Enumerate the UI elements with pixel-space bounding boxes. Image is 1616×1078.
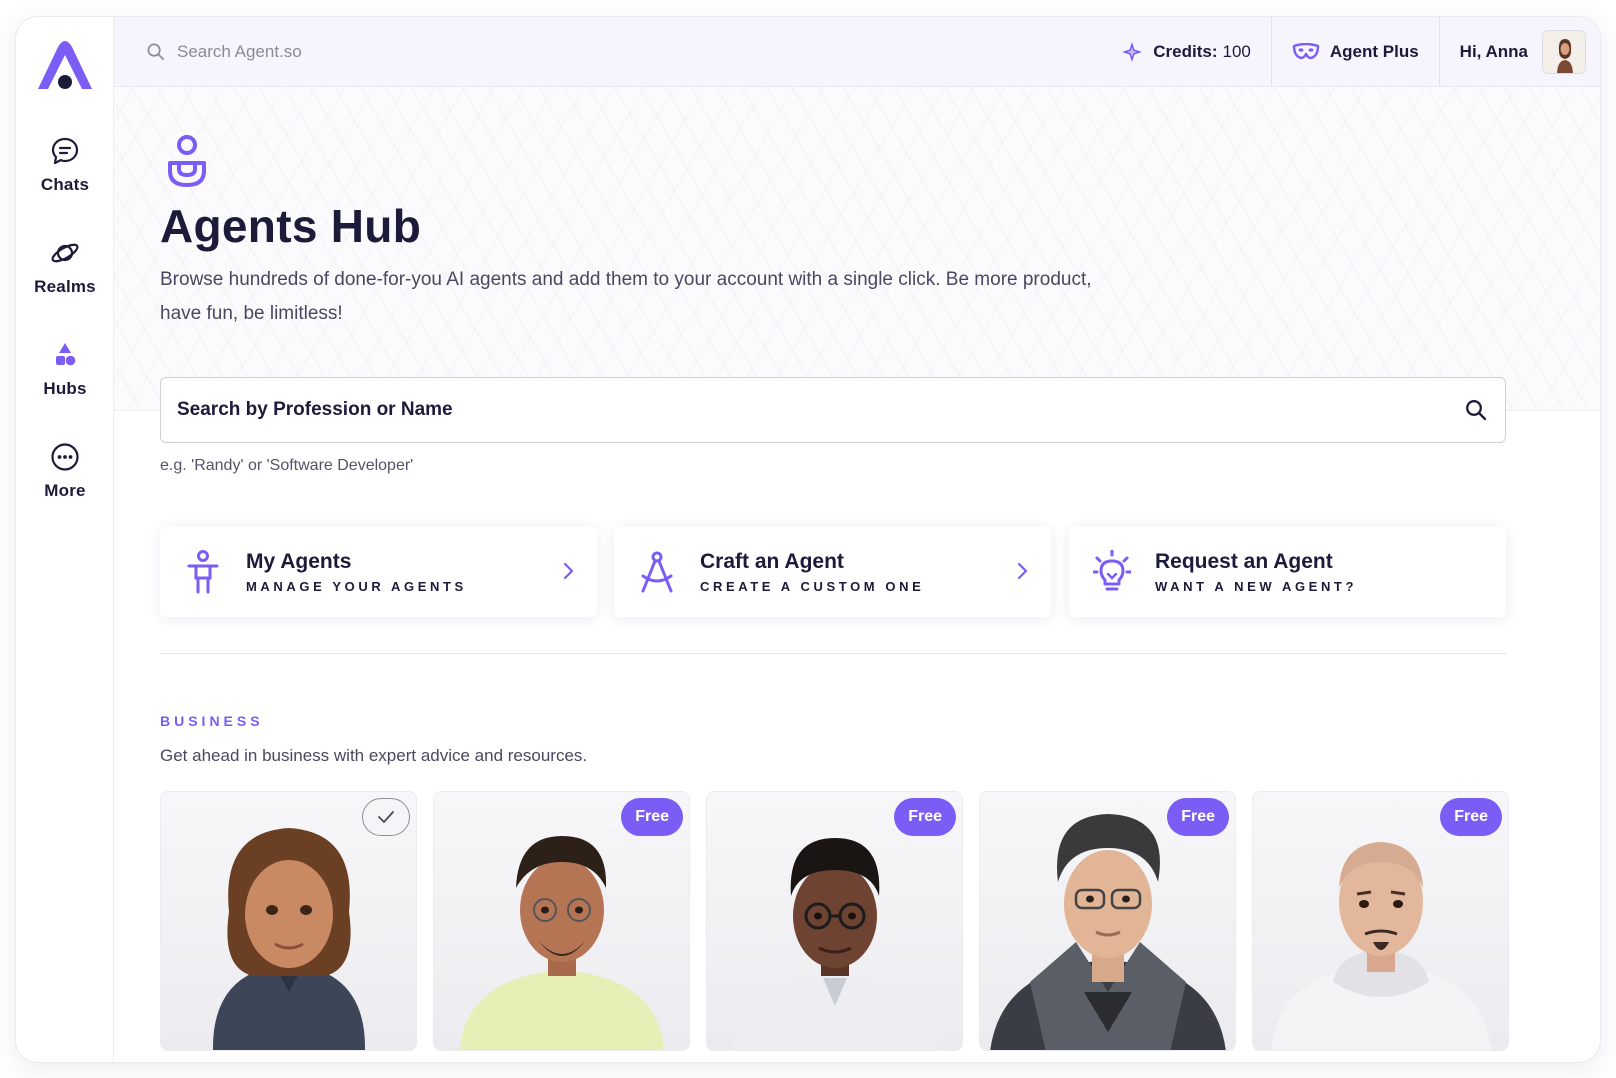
request-agent-card[interactable]: Request an Agent WANT A NEW AGENT? [1069, 527, 1506, 617]
action-card-subtitle: CREATE A CUSTOM ONE [700, 579, 925, 594]
chat-bubble-icon [51, 137, 79, 165]
global-search-input[interactable]: Search Agent.so [146, 42, 546, 62]
plan-label: Agent Plus [1329, 41, 1419, 61]
credits-value: 100 [1222, 41, 1251, 61]
agent-person-icon [168, 135, 206, 187]
sidebar-item-label: More [44, 481, 86, 500]
action-card-title: My Agents [246, 550, 352, 573]
chevron-right-icon [563, 562, 574, 580]
craft-agent-card[interactable]: Craft an Agent CREATE A CUSTOM ONE [614, 527, 1051, 617]
user-avatar-image [1543, 30, 1585, 73]
global-search-placeholder: Search Agent.so [177, 41, 302, 61]
top-bar-right: Credits: 100 Agent Plus Hi, Anna [1101, 17, 1600, 86]
free-badge: Free [1440, 798, 1502, 836]
agent-search-placeholder: Search by Profession or Name [177, 399, 453, 420]
user-greeting: Hi, Anna [1459, 41, 1528, 61]
top-bar: Search Agent.so Credits: 100 Agent Plus … [114, 17, 1600, 87]
lightbulb-icon [1093, 550, 1131, 591]
sparkle-icon [1122, 41, 1143, 62]
shapes-icon [56, 343, 76, 366]
app-window: Chats Realms Hubs More Search Agent.so C… [16, 17, 1600, 1062]
section-description: Get ahead in business with expert advice… [160, 746, 588, 765]
section-divider [160, 653, 1506, 654]
agent-search-input[interactable]: Search by Profession or Name [160, 377, 1506, 443]
person-icon [187, 550, 219, 594]
credits-label: Credits: [1153, 41, 1218, 61]
search-icon [147, 43, 164, 60]
agent-card[interactable] [160, 791, 417, 1051]
page-title: Agents Hub [160, 200, 422, 252]
credits-display: Credits: 100 [1101, 17, 1272, 86]
action-card-title: Request an Agent [1155, 550, 1333, 573]
sidebar-item-label: Realms [34, 277, 96, 296]
agent-card[interactable]: Free [706, 791, 963, 1051]
user-avatar[interactable] [1542, 29, 1586, 74]
sidebar-item-hubs[interactable]: Hubs [16, 339, 114, 419]
added-indicator[interactable] [362, 798, 410, 836]
sidebar-item-label: Hubs [43, 379, 87, 398]
more-dots-icon [51, 443, 79, 471]
main-content: Agents Hub Browse hundreds of done-for-y… [114, 87, 1600, 1062]
sidebar-item-label: Chats [40, 175, 90, 194]
agent-card[interactable]: Free [433, 791, 690, 1051]
sidebar: Chats Realms Hubs More [16, 17, 114, 1062]
plan-button[interactable]: Agent Plus [1272, 17, 1440, 86]
section-label: BUSINESS [160, 713, 264, 729]
search-hint: e.g. 'Randy' or 'Software Developer' [160, 457, 414, 474]
my-agents-card[interactable]: My Agents MANAGE YOUR AGENTS [160, 527, 597, 617]
mask-icon [1292, 42, 1320, 59]
action-card-title: Craft an Agent [700, 550, 844, 573]
agent-card[interactable]: Free [979, 791, 1236, 1051]
checkmark-icon [378, 811, 394, 823]
agent-logo-icon[interactable] [34, 41, 96, 93]
planet-icon [51, 243, 79, 263]
free-badge: Free [1167, 798, 1229, 836]
agent-card[interactable]: Free [1252, 791, 1509, 1051]
chevron-right-icon [1017, 562, 1028, 580]
search-icon[interactable] [1465, 399, 1487, 421]
compass-icon [641, 551, 673, 593]
free-badge: Free [621, 798, 683, 836]
sidebar-item-realms[interactable]: Realms [16, 237, 114, 317]
sidebar-item-more[interactable]: More [16, 441, 114, 521]
action-card-subtitle: MANAGE YOUR AGENTS [246, 579, 467, 594]
page-description: Browse hundreds of done-for-you AI agent… [160, 269, 1092, 324]
sidebar-item-chats[interactable]: Chats [16, 135, 114, 215]
free-badge: Free [894, 798, 956, 836]
action-card-subtitle: WANT A NEW AGENT? [1155, 579, 1358, 594]
